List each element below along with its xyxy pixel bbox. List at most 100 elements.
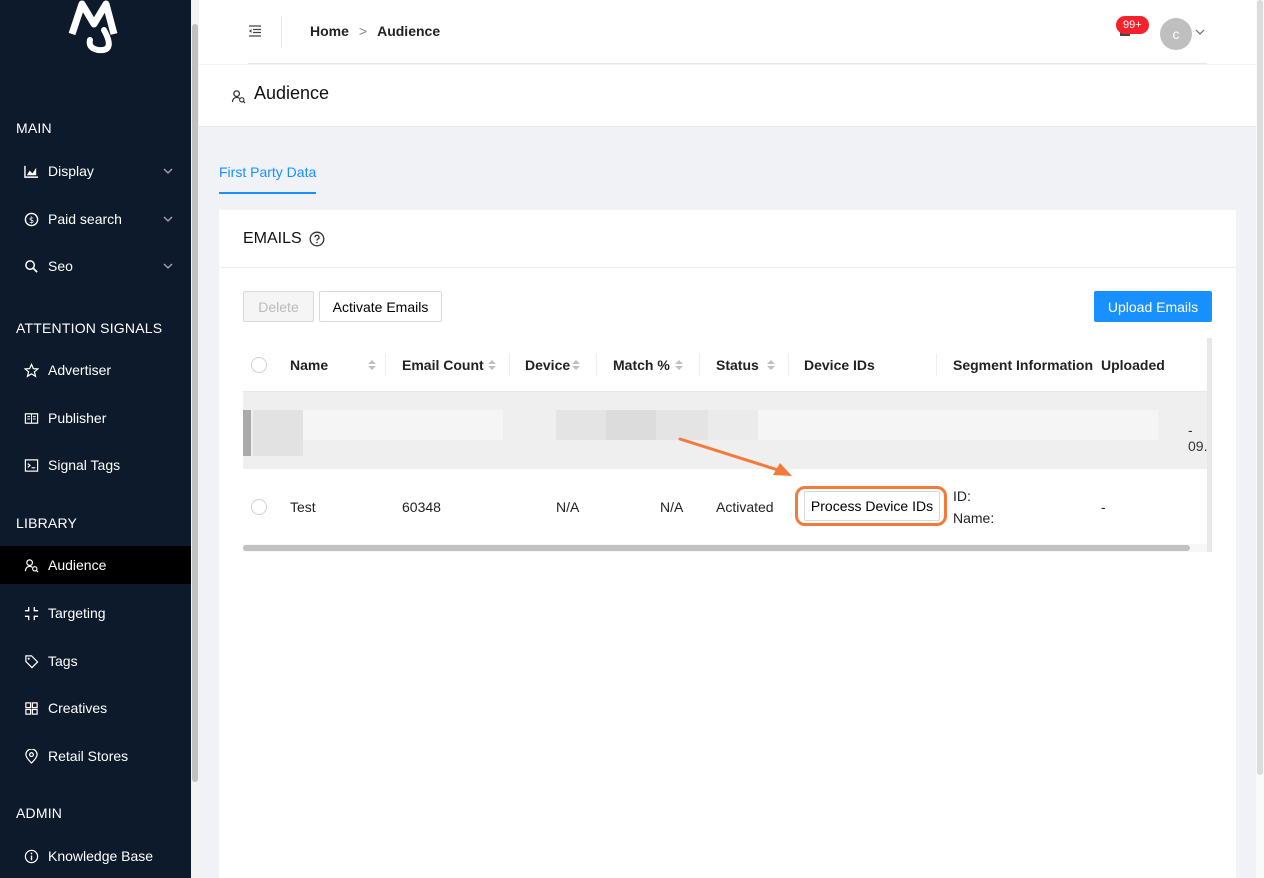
sidebar-item-label: Creatives bbox=[48, 700, 108, 716]
cell-email-count: 60348 bbox=[402, 499, 441, 515]
column-label: Segment Information bbox=[953, 357, 1094, 373]
delete-button[interactable]: Delete bbox=[243, 291, 314, 322]
sidebar-item-signal-tags[interactable]: Signal Tags bbox=[0, 446, 191, 484]
section-library: LIBRARY bbox=[16, 515, 78, 531]
column-label: Email Count bbox=[402, 357, 484, 373]
page-header: Audience bbox=[199, 65, 1256, 127]
chevron-down-icon bbox=[163, 168, 173, 174]
cell-match: N/A bbox=[660, 499, 684, 515]
avatar[interactable]: c bbox=[1160, 18, 1192, 50]
column-divider bbox=[699, 354, 700, 376]
sidebar-item-paid-search[interactable]: $ Paid search bbox=[0, 200, 191, 238]
section-admin: ADMIN bbox=[16, 805, 63, 821]
terminal-icon bbox=[23, 457, 39, 473]
sidebar-item-label: Paid search bbox=[48, 211, 122, 227]
chevron-down-icon[interactable] bbox=[1195, 27, 1205, 37]
column-label: Name bbox=[290, 357, 329, 373]
menu-fold-icon[interactable] bbox=[248, 24, 262, 38]
column-header-status[interactable]: Status bbox=[716, 338, 775, 392]
sort-icon[interactable] bbox=[674, 359, 683, 371]
sidebar-item-publisher[interactable]: Publisher bbox=[0, 399, 191, 437]
sidebar-item-label: Retail Stores bbox=[48, 748, 129, 764]
table-edge-strip bbox=[1207, 338, 1212, 552]
header-divider-line bbox=[248, 63, 1207, 64]
column-divider bbox=[596, 354, 597, 376]
appstore-icon bbox=[23, 700, 39, 716]
breadcrumb-home[interactable]: Home bbox=[310, 23, 349, 39]
sidebar-item-targeting[interactable]: Targeting bbox=[0, 594, 191, 632]
audience-icon bbox=[231, 90, 246, 104]
sidebar-item-display[interactable]: Display bbox=[0, 152, 191, 190]
redacted-block bbox=[606, 410, 656, 440]
location-icon bbox=[23, 748, 39, 764]
column-header-email-count[interactable]: Email Count bbox=[402, 338, 496, 392]
column-header-segment-information: Segment Information bbox=[953, 338, 1093, 392]
tag-icon bbox=[23, 653, 39, 669]
breadcrumb-separator: > bbox=[358, 23, 368, 39]
column-divider bbox=[509, 354, 510, 376]
column-header-match[interactable]: Match % bbox=[613, 338, 683, 392]
page-title: Audience bbox=[254, 83, 330, 103]
cell-uploaded: - bbox=[1101, 499, 1106, 515]
chevron-down-icon bbox=[163, 263, 173, 269]
book-icon bbox=[23, 410, 39, 426]
redacted-block bbox=[243, 410, 251, 456]
redacted-block bbox=[758, 410, 1158, 440]
column-label: Device bbox=[525, 357, 571, 373]
activate-emails-button[interactable]: Activate Emails bbox=[319, 291, 442, 322]
column-header-device-ids: Device IDs bbox=[804, 338, 875, 392]
search-icon bbox=[23, 258, 39, 274]
cell-name: Test bbox=[290, 499, 316, 515]
redacted-block bbox=[253, 410, 303, 456]
sidebar-item-label: Tags bbox=[48, 653, 78, 669]
column-header-name[interactable]: Name bbox=[290, 338, 377, 392]
column-header-uploaded[interactable]: Uploaded bbox=[1101, 338, 1165, 392]
logo-icon[interactable] bbox=[64, 0, 128, 56]
sort-icon[interactable] bbox=[368, 359, 377, 371]
sidebar-item-seo[interactable]: Seo bbox=[0, 247, 191, 285]
table-header: Name Email Count Device Match % Status D… bbox=[243, 338, 1212, 392]
section-attention-signals: ATTENTION SIGNALS bbox=[16, 320, 163, 336]
sidebar-item-label: Audience bbox=[48, 557, 107, 573]
sidebar: MAIN Display $ Paid search Seo ATTENTION… bbox=[0, 0, 191, 878]
process-device-ids-button[interactable]: Process Device IDs bbox=[804, 491, 940, 521]
upload-emails-button[interactable]: Upload Emails bbox=[1094, 291, 1212, 322]
page-scrollbar[interactable] bbox=[1256, 0, 1264, 878]
sidebar-item-label: Knowledge Base bbox=[48, 848, 154, 864]
sidebar-item-tags[interactable]: Tags bbox=[0, 642, 191, 680]
sidebar-item-label: Advertiser bbox=[48, 362, 112, 378]
redacted-block bbox=[556, 410, 606, 440]
sidebar-item-retail-stores[interactable]: Retail Stores bbox=[0, 737, 191, 775]
sort-icon[interactable] bbox=[487, 359, 496, 371]
scrollbar-thumb[interactable] bbox=[192, 24, 198, 782]
column-label: Status bbox=[716, 357, 759, 373]
sidebar-item-creatives[interactable]: Creatives bbox=[0, 689, 191, 727]
sidebar-scrollbar[interactable] bbox=[191, 0, 199, 878]
column-label: Uploaded bbox=[1101, 357, 1165, 373]
cell-status: Activated bbox=[716, 499, 774, 515]
column-divider bbox=[385, 354, 386, 376]
table-horizontal-scrollbar[interactable] bbox=[243, 544, 1212, 552]
sidebar-item-label: Publisher bbox=[48, 410, 107, 426]
svg-text:$: $ bbox=[28, 214, 33, 224]
sidebar-item-advertiser[interactable]: Advertiser bbox=[0, 351, 191, 389]
scrollbar-thumb[interactable] bbox=[1257, 0, 1263, 775]
card-title: EMAILS bbox=[243, 230, 325, 248]
tab-first-party-data[interactable]: First Party Data bbox=[219, 164, 317, 194]
card-header: EMAILS bbox=[219, 210, 1236, 268]
row-select-radio[interactable] bbox=[251, 499, 267, 515]
column-label: Match % bbox=[613, 357, 670, 373]
sort-icon[interactable] bbox=[766, 359, 775, 371]
sidebar-item-audience[interactable]: Audience bbox=[0, 546, 191, 584]
question-circle-icon[interactable] bbox=[309, 231, 325, 247]
scrollbar-thumb[interactable] bbox=[243, 545, 1190, 551]
sidebar-item-label: Signal Tags bbox=[48, 457, 121, 473]
sort-icon[interactable] bbox=[572, 359, 581, 371]
card-title-text: EMAILS bbox=[243, 230, 302, 247]
segment-name-label: Name: bbox=[953, 510, 995, 526]
top-header: Home > Audience 99+ c bbox=[199, 0, 1256, 64]
sidebar-item-knowledge-base[interactable]: Knowledge Base bbox=[0, 837, 191, 875]
select-all-radio[interactable] bbox=[251, 357, 267, 373]
column-header-device[interactable]: Device bbox=[525, 338, 581, 392]
breadcrumb-current: Audience bbox=[377, 23, 441, 39]
